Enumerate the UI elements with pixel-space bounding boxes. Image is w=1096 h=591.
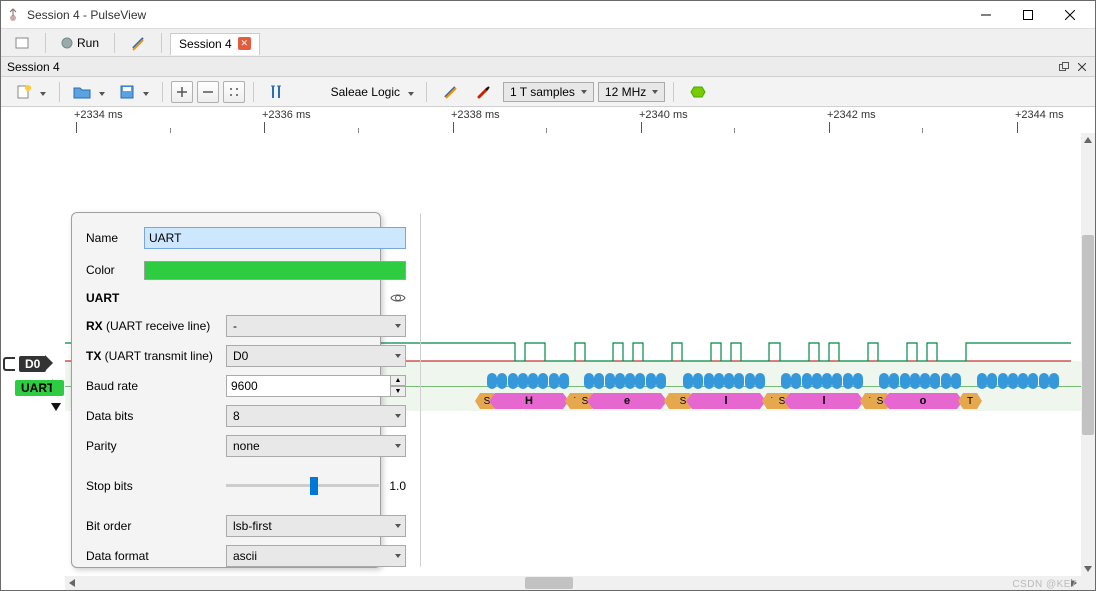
expand-decoder-icon[interactable] xyxy=(51,403,61,411)
time-ruler[interactable]: +2334 ms+2336 ms+2338 ms+2340 ms+2342 ms… xyxy=(1,107,1095,133)
session-tab[interactable]: Session 4 ✕ xyxy=(170,33,260,55)
bitorder-label: Bit order xyxy=(86,519,226,533)
stopbits-value: 1.0 xyxy=(389,479,406,493)
baud-input[interactable]: ▲▼ xyxy=(226,375,406,397)
color-label: Color xyxy=(86,263,144,277)
sample-rate-select[interactable]: 12 MHz xyxy=(598,82,665,102)
popover-scrollbar[interactable] xyxy=(420,213,421,567)
session-title-bar: Session 4 xyxy=(1,57,1095,77)
ascii-char: l xyxy=(692,393,760,409)
name-input[interactable] xyxy=(144,227,406,249)
vertical-scrollbar[interactable] xyxy=(1081,133,1095,576)
parity-select[interactable]: none xyxy=(226,435,406,457)
name-label: Name xyxy=(86,231,144,245)
run-label: Run xyxy=(77,36,99,50)
minimize-button[interactable] xyxy=(965,2,1007,28)
zoom-out-button[interactable] xyxy=(197,81,219,103)
color-swatch[interactable] xyxy=(144,261,406,280)
visibility-icon[interactable] xyxy=(390,292,406,304)
session-label: Session 4 xyxy=(7,60,1053,74)
stopbits-label: Stop bits xyxy=(86,479,226,493)
device-label: Saleae Logic xyxy=(330,85,400,99)
main-toolbar: Run Session 4 ✕ xyxy=(1,29,1095,57)
new-file-button[interactable] xyxy=(11,81,51,103)
device-dropdown[interactable] xyxy=(404,81,418,103)
app-window: Session 4 - PulseView Run Session 4 ✕ Se… xyxy=(0,0,1096,591)
title-bar: Session 4 - PulseView xyxy=(1,1,1095,29)
rx-select[interactable]: - xyxy=(226,315,406,337)
parity-label: Parity xyxy=(86,439,226,453)
close-session-icon[interactable] xyxy=(1075,60,1089,74)
ascii-char: e xyxy=(593,393,661,409)
window-title: Session 4 - PulseView xyxy=(27,8,965,22)
channels-button[interactable] xyxy=(469,81,499,103)
dataformat-label: Data format xyxy=(86,549,226,563)
channel-label-d0[interactable]: D0 xyxy=(19,356,46,372)
baud-label: Baud rate xyxy=(86,379,226,393)
ascii-char: H xyxy=(495,393,563,409)
device-config-button[interactable] xyxy=(435,81,465,103)
sample-count-select[interactable]: 1 T samples xyxy=(503,82,594,102)
zoom-in-button[interactable] xyxy=(171,81,193,103)
tab-close-icon[interactable]: ✕ xyxy=(238,37,251,50)
decoder-title: UART xyxy=(86,291,119,305)
app-icon xyxy=(5,7,21,23)
databits-select[interactable]: 8 xyxy=(226,405,406,427)
stopbits-slider[interactable] xyxy=(226,477,379,495)
decoder-settings-popover: Name Color UART RX (UART receive line) -… xyxy=(71,212,381,568)
device-toolbar: Saleae Logic 1 T samples 12 MHz xyxy=(1,77,1095,107)
bitorder-select[interactable]: lsb-first xyxy=(226,515,406,537)
zoom-fit-button[interactable] xyxy=(223,81,245,103)
databits-label: Data bits xyxy=(86,409,226,423)
ascii-char: o xyxy=(889,393,957,409)
maximize-button[interactable] xyxy=(1007,2,1049,28)
run-button[interactable]: Run xyxy=(54,33,106,53)
tx-select[interactable]: D0 xyxy=(226,345,406,367)
dataformat-select[interactable]: ascii xyxy=(226,545,406,567)
horizontal-scrollbar[interactable] xyxy=(65,576,1081,590)
channel-labels: D0 UART xyxy=(1,133,65,590)
settings-icon[interactable] xyxy=(123,32,153,54)
save-file-button[interactable] xyxy=(114,81,154,103)
add-decoder-button[interactable] xyxy=(682,82,714,102)
open-file-button[interactable] xyxy=(68,81,110,103)
content-area: +2334 ms+2336 ms+2338 ms+2340 ms+2342 ms… xyxy=(1,107,1095,590)
undock-icon[interactable] xyxy=(1057,60,1071,74)
close-button[interactable] xyxy=(1049,2,1091,28)
tab-label: Session 4 xyxy=(179,37,232,51)
ascii-char: l xyxy=(790,393,858,409)
new-session-button[interactable] xyxy=(7,32,37,54)
channel-handle-icon[interactable] xyxy=(3,357,15,371)
cursors-button[interactable] xyxy=(262,81,292,103)
